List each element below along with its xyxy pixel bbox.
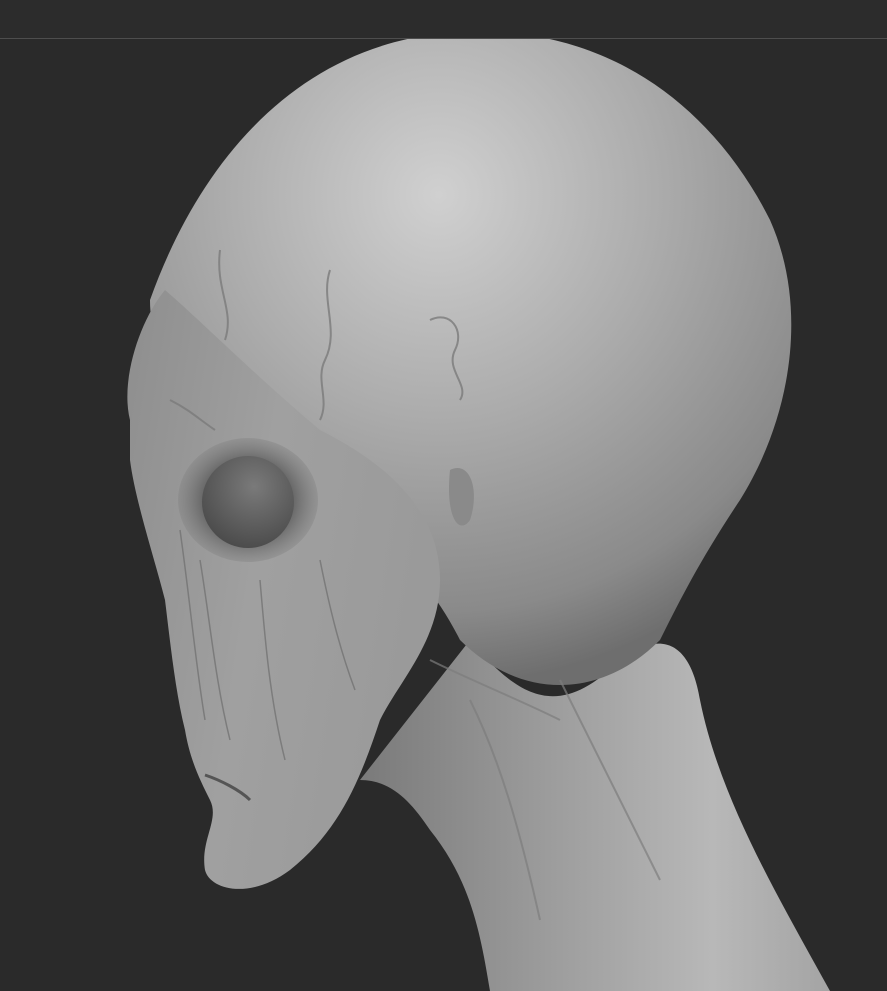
sculpted-alien-head-model[interactable] [0,39,887,991]
neck [360,640,830,991]
top-toolbar-strip [0,0,887,38]
sculpting-app-window [0,0,887,991]
3d-viewport[interactable] [0,39,887,991]
